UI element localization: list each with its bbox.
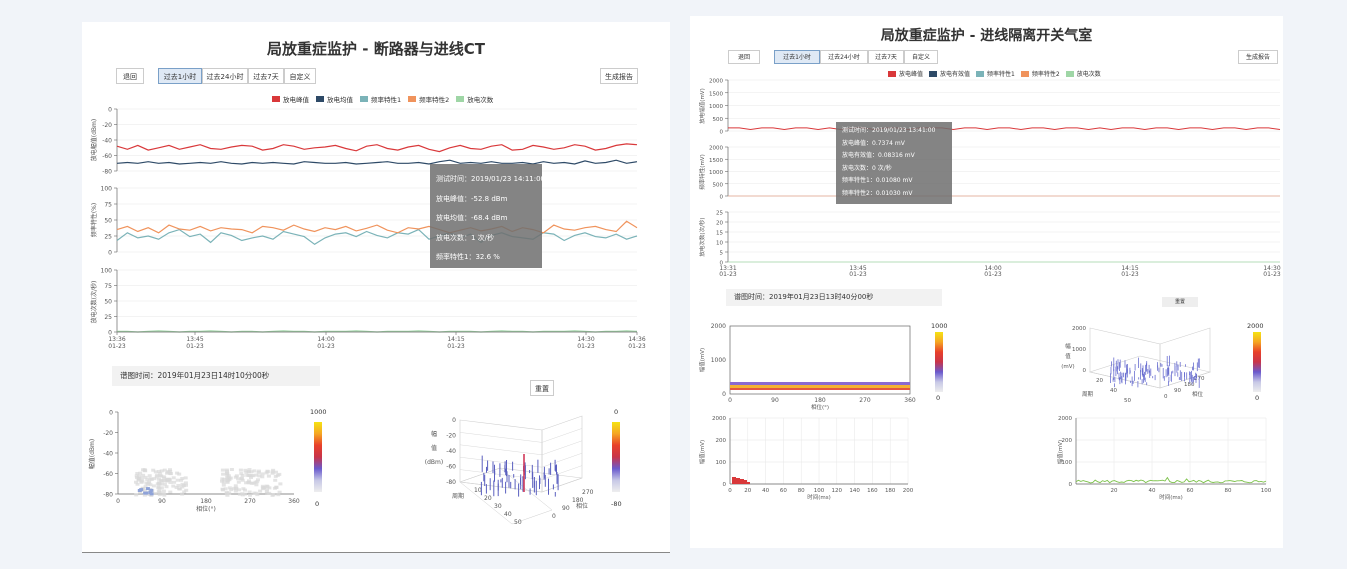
y-tick-label: 50 bbox=[514, 519, 522, 526]
y-tick-label: 40 bbox=[504, 511, 512, 518]
left-panel: 局放重症监护 - 断路器与进线CT 退回 过去1小时 过去24小时 过去7天 自… bbox=[82, 22, 670, 553]
z-axis-title: 值 bbox=[431, 444, 437, 452]
x-tick-label: 100 bbox=[1261, 488, 1272, 494]
grid-line bbox=[459, 457, 543, 468]
grid-line bbox=[541, 440, 583, 455]
tr-series bbox=[1075, 476, 1267, 484]
x-axis-title: 相位 bbox=[576, 502, 588, 510]
x-tick-label: 270 bbox=[582, 489, 594, 496]
z-tick-label: -40 bbox=[446, 448, 456, 455]
y-axis-title: 周期 bbox=[452, 492, 464, 500]
z-axis-title: (dBm) bbox=[425, 459, 443, 466]
cbar-min: -80 bbox=[611, 500, 622, 508]
prps-3d-chart[interactable]: 0-20-40-60-80幅值(dBm)1020304050周期09018027… bbox=[82, 22, 670, 552]
grid-line bbox=[459, 432, 543, 443]
y-tick-label: 2000 bbox=[1058, 416, 1072, 422]
time-resolved-chart[interactable]: 20 40 60 80 10020002001000幅值(mV)时间(ms) bbox=[690, 16, 1283, 548]
z-tick-label: 0 bbox=[452, 417, 456, 424]
cbar-max: 0 bbox=[614, 408, 619, 416]
y-tick-label: 10 bbox=[474, 487, 482, 494]
z-tick-label: -20 bbox=[446, 433, 456, 440]
color-scale-bar bbox=[612, 422, 620, 492]
axis-title: 幅值(mV) bbox=[1056, 440, 1064, 464]
z-tick-label: -80 bbox=[446, 479, 456, 486]
y-tick-label: 30 bbox=[494, 503, 502, 510]
y-tick-label: 0 bbox=[1069, 482, 1073, 488]
z-axis-title: 幅 bbox=[431, 430, 437, 438]
x-tick-label: 60 bbox=[1187, 488, 1194, 494]
z-tick-label: -60 bbox=[446, 464, 456, 471]
x-tick-label: 20 bbox=[1111, 488, 1118, 494]
x-tick-label: 90 bbox=[562, 505, 570, 512]
grid-line bbox=[541, 453, 583, 468]
x-axis-title: 时间(ms) bbox=[1159, 493, 1183, 501]
y-tick-label: 20 bbox=[484, 495, 492, 502]
x-tick-label: 0 bbox=[552, 513, 556, 520]
grid-line bbox=[541, 428, 583, 443]
x-tick-label: 40 bbox=[1149, 488, 1156, 494]
grid-line bbox=[459, 444, 543, 455]
right-panel: 局放重症监护 - 进线隔离开关气室 退回 过去1小时 过去24小时 过去7天 自… bbox=[690, 16, 1283, 548]
x-tick-label: 80 bbox=[1225, 488, 1232, 494]
